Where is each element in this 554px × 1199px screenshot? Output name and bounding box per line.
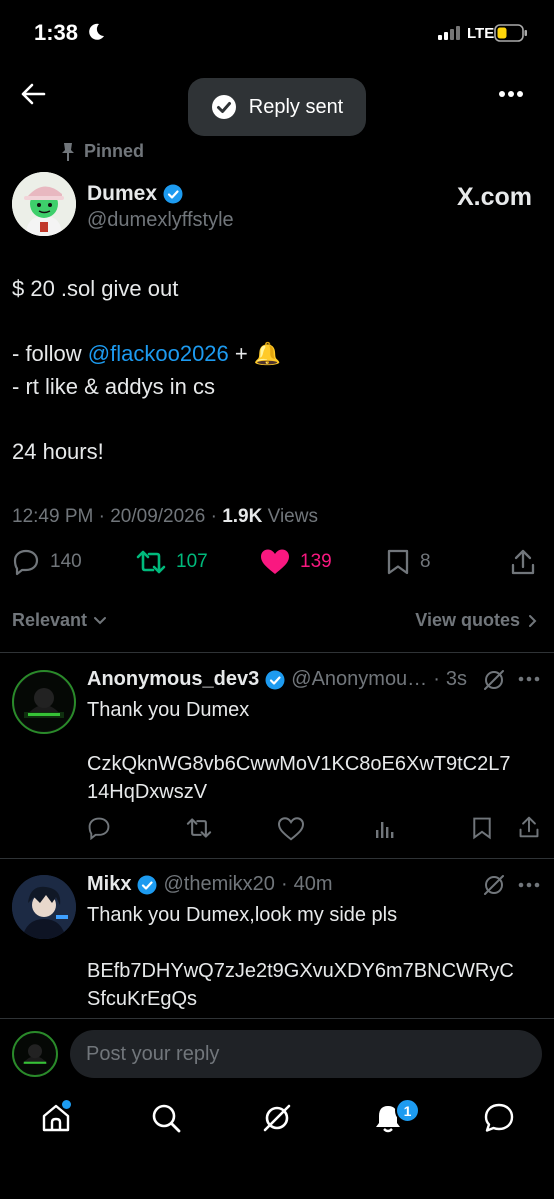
views-icon[interactable] xyxy=(374,818,396,840)
reply-input[interactable] xyxy=(70,1030,542,1078)
tweet-line-3: - rt like & addys in cs xyxy=(12,374,215,399)
author-handle[interactable]: @dumexlyffstyle xyxy=(87,209,234,232)
reply-count: 140 xyxy=(50,551,82,572)
share-icon[interactable] xyxy=(510,548,536,576)
reply-icon[interactable] xyxy=(87,816,111,840)
reply-time: 3s xyxy=(445,668,467,690)
retweet-icon[interactable] xyxy=(186,816,212,840)
bookmark-count: 8 xyxy=(420,551,431,572)
more-options-icon[interactable] xyxy=(498,90,524,98)
moon-icon xyxy=(86,22,106,42)
pinned-label: Pinned xyxy=(60,141,144,162)
reply-action[interactable]: 140 xyxy=(12,548,82,576)
user-avatar[interactable] xyxy=(12,1031,58,1077)
tweet-date: 20/09/2026 xyxy=(110,506,206,527)
divider xyxy=(0,652,554,653)
bookmark-action[interactable]: 8 xyxy=(386,548,431,576)
view-quotes-link[interactable]: View quotes xyxy=(415,610,538,631)
retweet-count: 107 xyxy=(176,551,208,572)
sort-dropdown[interactable]: Relevant xyxy=(12,610,107,631)
battery-icon xyxy=(494,24,528,42)
grok-icon[interactable] xyxy=(261,1102,293,1134)
reply-text-line: 14HqDxwszV xyxy=(87,781,208,803)
heart-icon[interactable] xyxy=(278,817,304,841)
sort-label[interactable]: Relevant xyxy=(12,610,87,631)
source-label: X.com xyxy=(456,183,532,211)
like-action[interactable]: 139 xyxy=(260,548,332,576)
notification-badge: 1 xyxy=(395,1098,420,1123)
reply-author-name[interactable]: Mikx xyxy=(87,873,131,896)
back-arrow-icon[interactable] xyxy=(20,82,46,106)
toast-text: Reply sent xyxy=(248,95,344,118)
author-avatar[interactable] xyxy=(12,172,76,236)
bookmark-icon[interactable] xyxy=(471,816,493,840)
grok-icon[interactable] xyxy=(482,668,506,692)
heart-filled-icon[interactable] xyxy=(260,548,290,576)
reply-text-line: Thank you Dumex,look my side pls xyxy=(87,904,398,926)
reply-text-line: CzkQknWG8vb6CwwMoV1KC8oE6XwT9tC2L7 xyxy=(87,753,511,775)
network-label: LTE xyxy=(467,25,495,42)
dot-separator: · xyxy=(433,668,440,690)
pinned-text: Pinned xyxy=(84,141,145,161)
chevron-down-icon[interactable] xyxy=(93,616,107,626)
retweet-action[interactable]: 107 xyxy=(136,548,208,576)
grok-icon[interactable] xyxy=(482,873,506,897)
tweet-line-1: $ 20 .sol give out xyxy=(12,276,179,301)
home-notification-dot xyxy=(62,1100,71,1109)
pin-icon xyxy=(60,142,76,162)
check-circle-icon xyxy=(211,94,237,120)
search-icon[interactable] xyxy=(150,1102,182,1134)
retweet-icon[interactable] xyxy=(136,548,166,576)
reply-avatar[interactable] xyxy=(12,670,76,734)
bookmark-icon[interactable] xyxy=(386,548,410,576)
divider xyxy=(0,858,554,859)
chevron-right-icon[interactable] xyxy=(528,614,538,628)
verified-badge-icon xyxy=(265,670,285,690)
reply-header: Anonymous_dev3 @Anonymou… · 3s xyxy=(87,668,467,691)
tweet-meta: 12:49 PM · 20/09/2026 · 1.9K Views xyxy=(12,506,318,527)
signal-icon xyxy=(438,26,462,40)
reply-icon[interactable] xyxy=(12,548,40,576)
reply-avatar[interactable] xyxy=(12,875,76,939)
view-quotes-label[interactable]: View quotes xyxy=(415,610,520,631)
reply-author-handle[interactable]: @Anonymou… xyxy=(291,668,427,691)
reply-text-line: SfcuKrEgQs xyxy=(87,988,198,1010)
verified-badge-icon xyxy=(163,184,183,204)
author-name-row[interactable]: Dumex xyxy=(87,182,183,206)
more-options-icon[interactable] xyxy=(518,676,540,682)
views-label: Views xyxy=(267,506,318,527)
messages-icon[interactable] xyxy=(483,1102,515,1134)
reply-text-line: Thank you Dumex xyxy=(87,699,250,721)
reply-author-name[interactable]: Anonymous_dev3 xyxy=(87,668,259,691)
tweet-line-2: - follow @flackoo2026 + 🔔 xyxy=(12,341,281,367)
tweet-line-2-suffix: + 🔔 xyxy=(228,341,282,366)
share-icon[interactable] xyxy=(518,815,540,839)
reply-text-line: BEfb7DHYwQ7zJe2t9GXvuXDY6m7BNCWRyC xyxy=(87,960,514,982)
status-time: 1:38 xyxy=(34,20,79,45)
like-count: 139 xyxy=(300,551,332,572)
tweet-time: 12:49 PM xyxy=(12,506,94,527)
reply-author-handle[interactable]: @themikx20 xyxy=(163,873,274,896)
dot-separator: · xyxy=(280,873,288,895)
author-name[interactable]: Dumex xyxy=(87,182,157,206)
reply-time: 40m xyxy=(293,873,333,895)
views-count[interactable]: 1.9K xyxy=(222,506,262,527)
more-options-icon[interactable] xyxy=(518,882,540,888)
reply-sent-toast: Reply sent xyxy=(188,78,366,136)
tweet-line-4: 24 hours! xyxy=(12,439,104,464)
reply-header: Mikx @themikx20 · 40m xyxy=(87,873,333,896)
tweet-line-2-prefix: - follow xyxy=(12,341,88,366)
mention-link[interactable]: @flackoo2026 xyxy=(88,341,229,366)
verified-badge-icon xyxy=(137,875,157,895)
